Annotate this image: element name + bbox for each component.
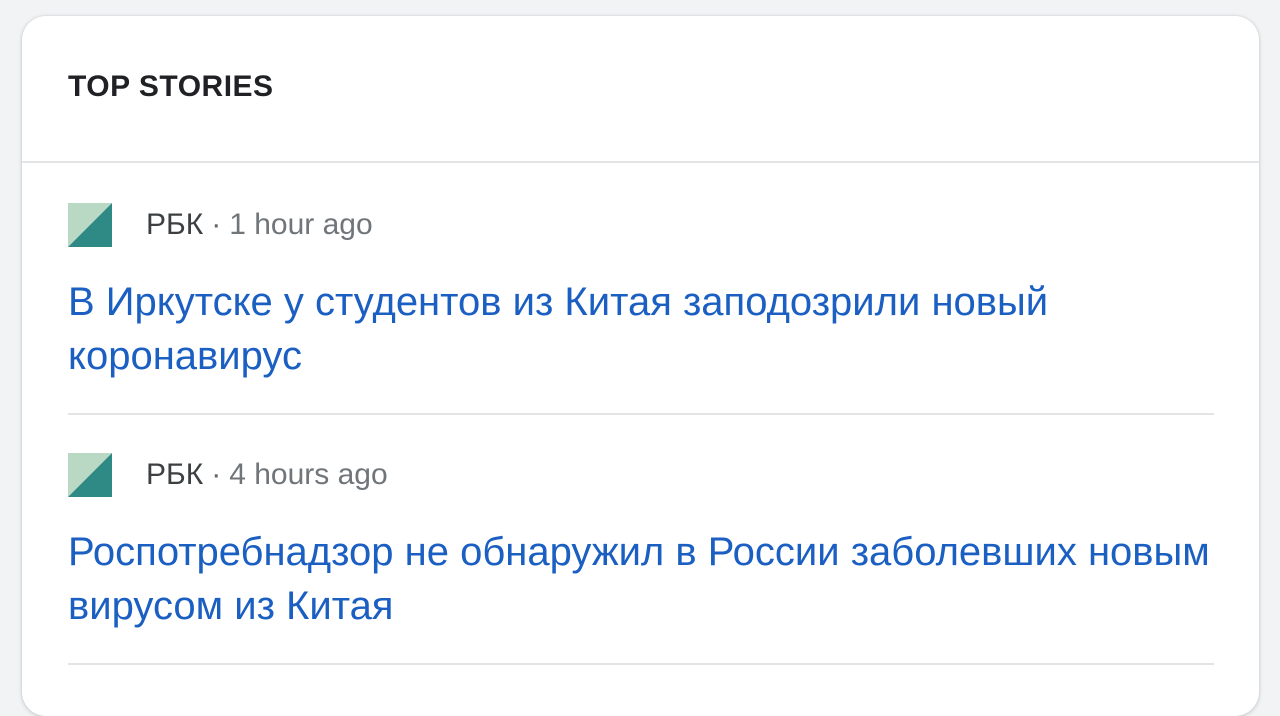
card-header: TOP STORIES (22, 16, 1259, 163)
meta-separator: · (211, 458, 222, 491)
story-time: 4 hours ago (229, 458, 388, 491)
story-source: РБК (146, 208, 204, 241)
story-item[interactable]: РБК · 4 hours ago Роспотребнадзор не обн… (68, 415, 1214, 665)
story-meta: РБК · 4 hours ago (68, 453, 388, 497)
rbc-logo-icon (68, 203, 112, 247)
rbc-logo-icon (68, 453, 112, 497)
story-meta: РБК · 1 hour ago (68, 203, 373, 247)
meta-separator: · (211, 208, 222, 241)
story-headline-link[interactable]: В Иркутске у студентов из Китая заподозр… (68, 275, 1214, 383)
story-item[interactable]: РБК · 1 hour ago В Иркутске у студентов … (68, 165, 1214, 415)
story-source: РБК (146, 458, 204, 491)
top-stories-card: TOP STORIES РБК · 1 hour ago В Иркутске … (22, 16, 1259, 716)
section-title: TOP STORIES (68, 70, 274, 103)
story-time: 1 hour ago (229, 208, 373, 241)
story-headline-link[interactable]: Роспотребнадзор не обнаружил в России за… (68, 525, 1214, 633)
